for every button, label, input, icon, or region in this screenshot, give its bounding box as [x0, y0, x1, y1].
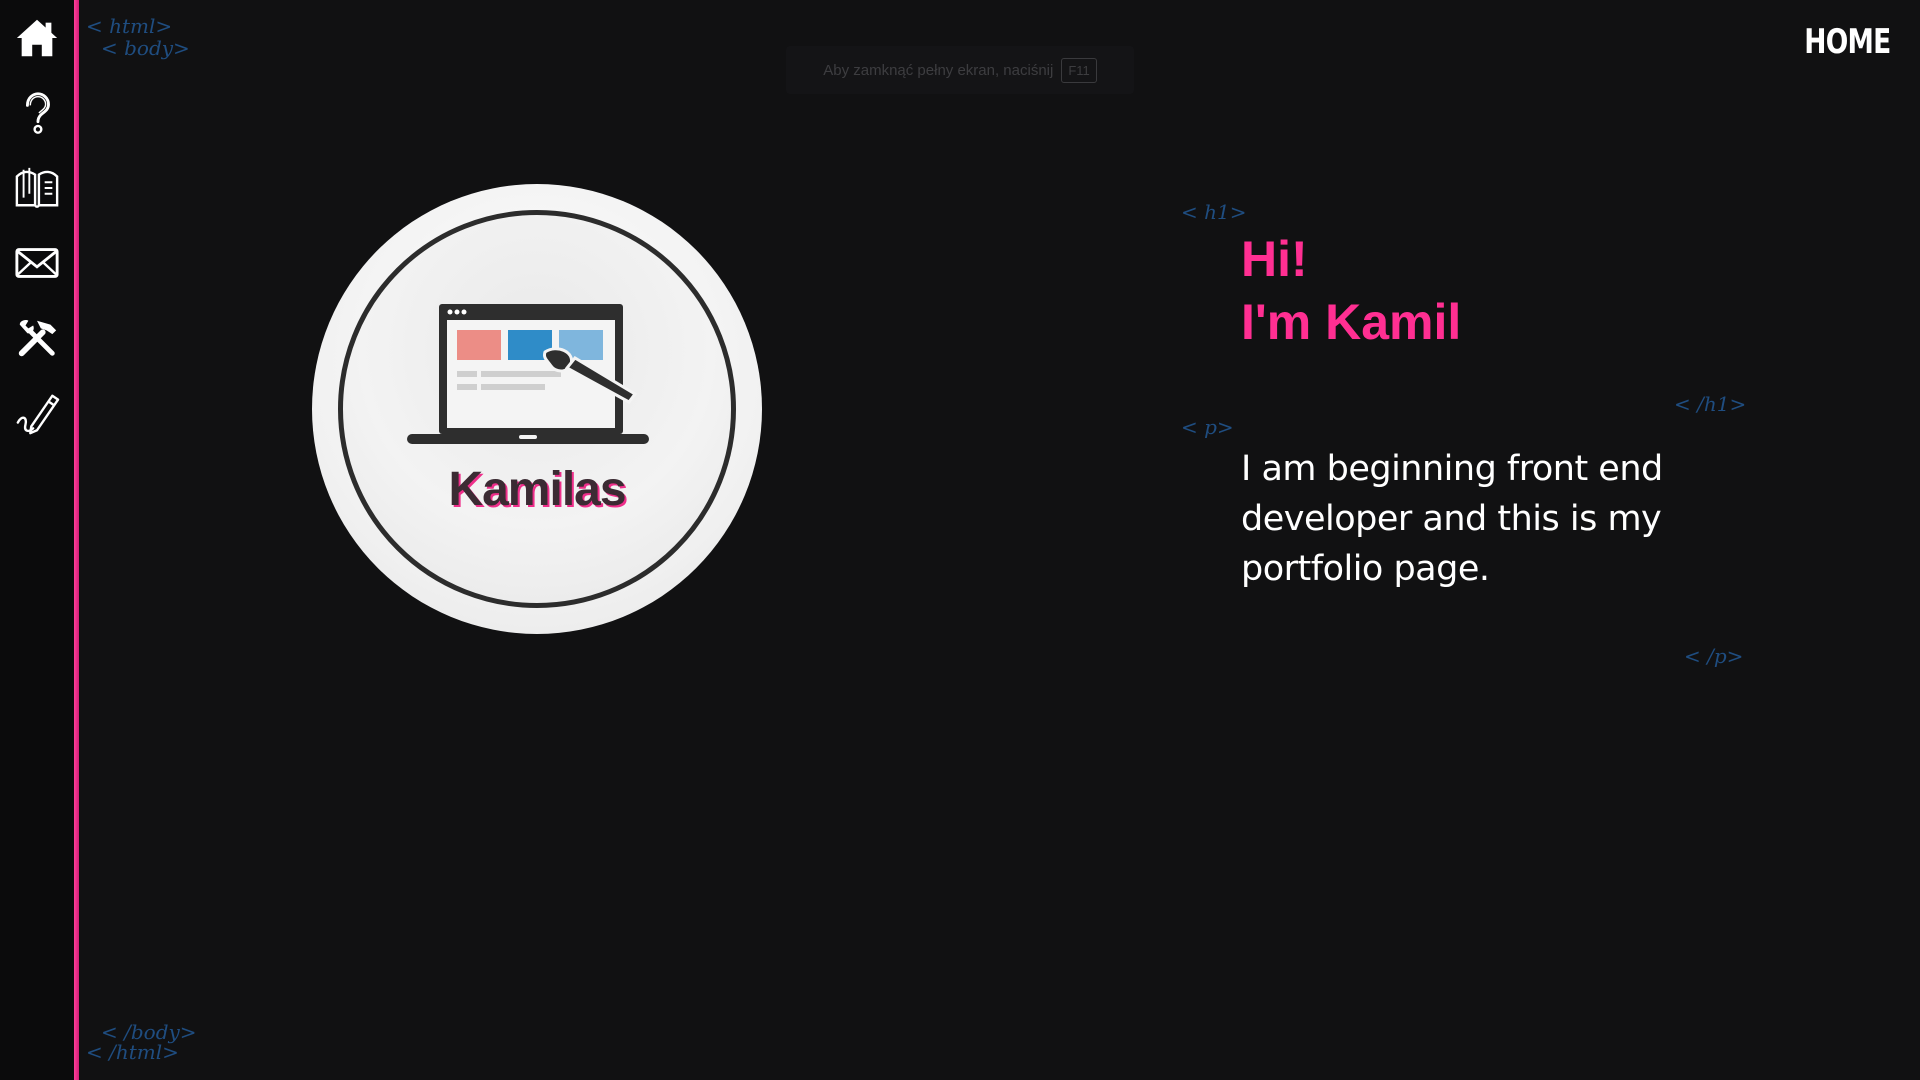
page-title: HOME [1803, 22, 1891, 62]
question-icon [25, 92, 50, 134]
logo: Kamilas [312, 184, 762, 634]
fullscreen-notice-key: F11 [1061, 57, 1097, 83]
tag-html-close: < /html> [86, 1040, 179, 1064]
nav-about[interactable] [12, 88, 62, 138]
heading-line-1: Hi! [1241, 231, 1308, 287]
nav-skills[interactable] [12, 313, 62, 363]
mail-icon [15, 248, 59, 278]
tag-body-open: < body> [101, 36, 190, 60]
logo-text: Kamilas [448, 463, 626, 516]
tools-icon [18, 319, 57, 357]
laptop-brush-icon [407, 304, 649, 444]
nav-portfolio[interactable] [12, 163, 62, 213]
tag-p-close: < /p> [1684, 644, 1744, 668]
home-icon [16, 19, 58, 57]
fullscreen-notice-text: Aby zamknąć pełny ekran, naciśnij [823, 61, 1054, 79]
intro-paragraph: I am beginning front end developer and t… [1241, 449, 1663, 589]
fullscreen-notice: Aby zamknąć pełny ekran, naciśnij F11 [786, 46, 1134, 94]
main-heading: Hi! I'm Kamil [1241, 228, 1461, 354]
sidebar-accent-border [74, 0, 79, 1080]
tag-p-open: < p> [1181, 415, 1234, 439]
tag-html-open: < html> [86, 14, 173, 38]
tag-h1-close: < /h1> [1674, 392, 1747, 416]
tag-h1-open: < h1> [1181, 200, 1247, 224]
nav-home[interactable] [12, 13, 62, 63]
heading-line-2: I'm Kamil [1241, 294, 1462, 350]
nav-blog[interactable] [12, 388, 62, 438]
pen-icon [16, 394, 60, 435]
book-icon [15, 167, 59, 208]
sidebar [0, 0, 75, 1080]
nav-contact[interactable] [12, 238, 62, 288]
